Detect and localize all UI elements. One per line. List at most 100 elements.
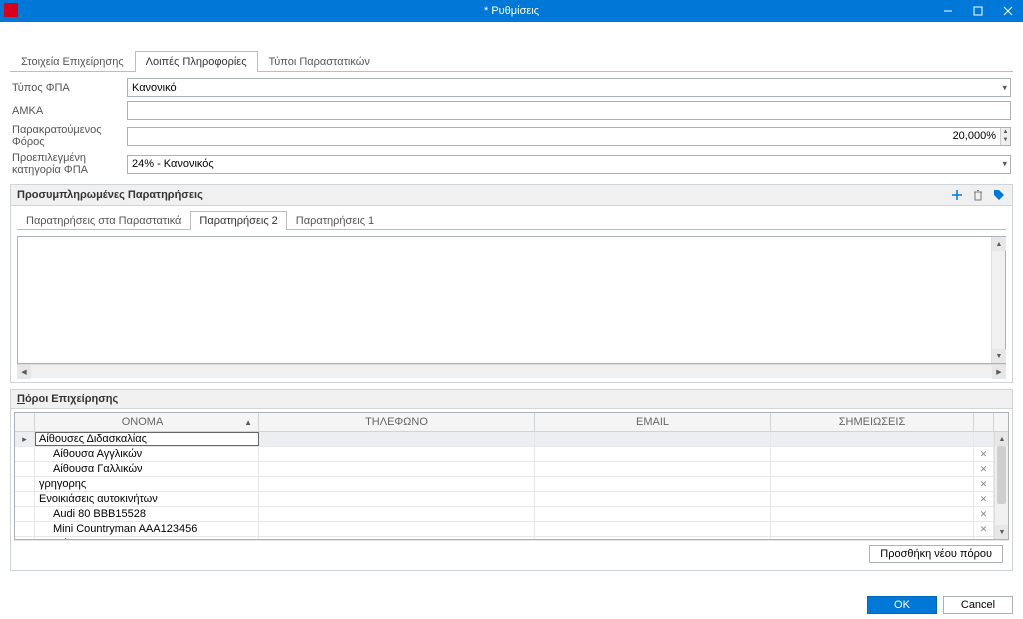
scrollbar-thumb[interactable] bbox=[997, 446, 1006, 504]
notes-tab-docs[interactable]: Παρατηρήσεις στα Παραστατικά bbox=[17, 211, 190, 230]
notes-tab-2[interactable]: Παρατηρήσεις 2 bbox=[190, 211, 286, 230]
cell-notes[interactable] bbox=[771, 492, 974, 506]
scroll-up-icon[interactable]: ▲ bbox=[995, 432, 1008, 446]
cell-notes[interactable] bbox=[771, 477, 974, 491]
cell-phone[interactable] bbox=[259, 462, 535, 476]
add-note-button[interactable] bbox=[950, 188, 964, 202]
cell-notes[interactable] bbox=[771, 447, 974, 461]
notes-textarea[interactable] bbox=[18, 237, 991, 363]
cancel-button[interactable]: Cancel bbox=[943, 596, 1013, 614]
spinner-up-icon[interactable]: ▲ bbox=[1000, 128, 1010, 137]
withholding-input[interactable] bbox=[127, 127, 1011, 146]
delete-row-button[interactable]: ✕ bbox=[974, 492, 994, 506]
grid-header-phone[interactable]: ΤΗΛΕΦΩΝΟ bbox=[259, 413, 535, 431]
grid-header-name[interactable]: ΟΝΟΜΑ▲ bbox=[35, 413, 259, 431]
table-row[interactable]: Audi 80 BBB15528 ✕ bbox=[15, 507, 994, 522]
cell-phone[interactable] bbox=[259, 507, 535, 521]
table-row[interactable]: ▸Αίθουσες Διδασκαλίας bbox=[15, 432, 994, 447]
table-row[interactable]: Ιατρείο ✕ bbox=[15, 537, 994, 539]
row-indicator bbox=[15, 462, 35, 476]
row-indicator: ▸ bbox=[15, 432, 35, 446]
scroll-right-icon[interactable]: ▶ bbox=[992, 365, 1006, 379]
grid-vscrollbar[interactable]: ▲ ▼ bbox=[994, 432, 1008, 539]
table-row[interactable]: Mini Countryman AAA123456 ✕ bbox=[15, 522, 994, 537]
cell-notes[interactable] bbox=[771, 507, 974, 521]
delete-row-button[interactable]: ✕ bbox=[974, 507, 994, 521]
cell-email[interactable] bbox=[535, 537, 771, 539]
add-resource-button[interactable]: Προσθήκη νέου πόρου bbox=[869, 545, 1003, 563]
delete-row-button[interactable]: ✕ bbox=[974, 537, 994, 539]
table-row[interactable]: Ενοικιάσεις αυτοκινήτων ✕ bbox=[15, 492, 994, 507]
notes-tab-1[interactable]: Παρατηρήσεις 1 bbox=[287, 211, 383, 230]
cell-name[interactable]: Αίθουσα Γαλλικών bbox=[35, 462, 259, 476]
notes-section: Προσυμπληρωμένες Παρατηρήσεις Παρατηρήσε… bbox=[10, 184, 1013, 383]
cell-name[interactable]: γρηγορης bbox=[35, 477, 259, 491]
maximize-button[interactable] bbox=[963, 0, 993, 22]
delete-row-button[interactable]: ✕ bbox=[974, 522, 994, 536]
default-vat-cat-select[interactable] bbox=[127, 155, 1011, 174]
scroll-left-icon[interactable]: ◀ bbox=[17, 365, 31, 379]
notes-section-title: Προσυμπληρωμένες Παρατηρήσεις bbox=[17, 189, 203, 201]
amka-input[interactable] bbox=[127, 101, 1011, 120]
cell-name[interactable]: Αίθουσα Αγγλικών bbox=[35, 447, 259, 461]
delete-row-button[interactable]: ✕ bbox=[974, 447, 994, 461]
cell-name[interactable]: Mini Countryman AAA123456 bbox=[35, 522, 259, 536]
form-area: Τύπος ΦΠΑ ▾ AMKA Παρακρατούμενος Φόρος ▲… bbox=[10, 78, 1013, 176]
sort-asc-icon: ▲ bbox=[244, 418, 252, 427]
cell-phone[interactable] bbox=[259, 477, 535, 491]
grid-header-notes[interactable]: ΣΗΜΕΙΩΣΕΙΣ bbox=[771, 413, 974, 431]
row-indicator bbox=[15, 447, 35, 461]
cell-notes[interactable] bbox=[771, 522, 974, 536]
delete-row-button[interactable]: ✕ bbox=[974, 462, 994, 476]
scroll-down-icon[interactable]: ▼ bbox=[992, 349, 1006, 363]
cell-email[interactable] bbox=[535, 507, 771, 521]
row-indicator bbox=[15, 522, 35, 536]
cell-phone[interactable] bbox=[259, 447, 535, 461]
tab-other-info[interactable]: Λοιπές Πληροφορίες bbox=[135, 51, 258, 72]
cell-notes[interactable] bbox=[771, 432, 974, 446]
table-row[interactable]: Αίθουσα Γαλλικών ✕ bbox=[15, 462, 994, 477]
notes-vscrollbar[interactable]: ▲ ▼ bbox=[991, 237, 1005, 363]
grid-header-delete bbox=[974, 413, 994, 431]
delete-row-button[interactable]: ✕ bbox=[974, 477, 994, 491]
vat-type-select[interactable] bbox=[127, 78, 1011, 97]
notes-hscrollbar[interactable]: ◀ ▶ bbox=[17, 364, 1006, 378]
cell-name[interactable]: Audi 80 BBB15528 bbox=[35, 507, 259, 521]
delete-note-button[interactable] bbox=[971, 188, 985, 202]
amka-label: AMKA bbox=[12, 105, 127, 117]
cell-email[interactable] bbox=[535, 492, 771, 506]
cell-email[interactable] bbox=[535, 432, 771, 446]
cell-name[interactable]: Αίθουσες Διδασκαλίας bbox=[35, 432, 259, 446]
cell-notes[interactable] bbox=[771, 462, 974, 476]
tab-business-info[interactable]: Στοιχεία Επιχείρησης bbox=[10, 51, 135, 72]
cell-phone[interactable] bbox=[259, 537, 535, 539]
spinner-down-icon[interactable]: ▼ bbox=[1000, 136, 1010, 145]
notes-tabs: Παρατηρήσεις στα Παραστατικά Παρατηρήσει… bbox=[17, 210, 1006, 230]
tag-icon[interactable] bbox=[992, 188, 1006, 202]
cell-email[interactable] bbox=[535, 477, 771, 491]
cell-name[interactable]: Ιατρείο bbox=[35, 537, 259, 539]
close-button[interactable] bbox=[993, 0, 1023, 22]
delete-row-button bbox=[974, 432, 994, 446]
scroll-down-icon[interactable]: ▼ bbox=[995, 525, 1008, 539]
row-indicator bbox=[15, 507, 35, 521]
cell-email[interactable] bbox=[535, 522, 771, 536]
ok-button[interactable]: OK bbox=[867, 596, 937, 614]
grid-header-email[interactable]: EMAIL bbox=[535, 413, 771, 431]
cell-notes[interactable] bbox=[771, 537, 974, 539]
cell-phone[interactable] bbox=[259, 492, 535, 506]
tab-doc-types[interactable]: Τύποι Παραστατικών bbox=[258, 51, 381, 72]
grid-header: ΟΝΟΜΑ▲ ΤΗΛΕΦΩΝΟ EMAIL ΣΗΜΕΙΩΣΕΙΣ bbox=[15, 413, 1008, 432]
grid-header-rowselector bbox=[15, 413, 35, 431]
cell-name[interactable]: Ενοικιάσεις αυτοκινήτων bbox=[35, 492, 259, 506]
scroll-up-icon[interactable]: ▲ bbox=[992, 237, 1006, 251]
table-row[interactable]: γρηγορης ✕ bbox=[15, 477, 994, 492]
cell-phone[interactable] bbox=[259, 432, 535, 446]
cell-email[interactable] bbox=[535, 462, 771, 476]
row-indicator bbox=[15, 477, 35, 491]
cell-phone[interactable] bbox=[259, 522, 535, 536]
cell-email[interactable] bbox=[535, 447, 771, 461]
table-row[interactable]: Αίθουσα Αγγλικών ✕ bbox=[15, 447, 994, 462]
minimize-button[interactable] bbox=[933, 0, 963, 22]
dialog-footer: OK Cancel bbox=[0, 591, 1023, 619]
